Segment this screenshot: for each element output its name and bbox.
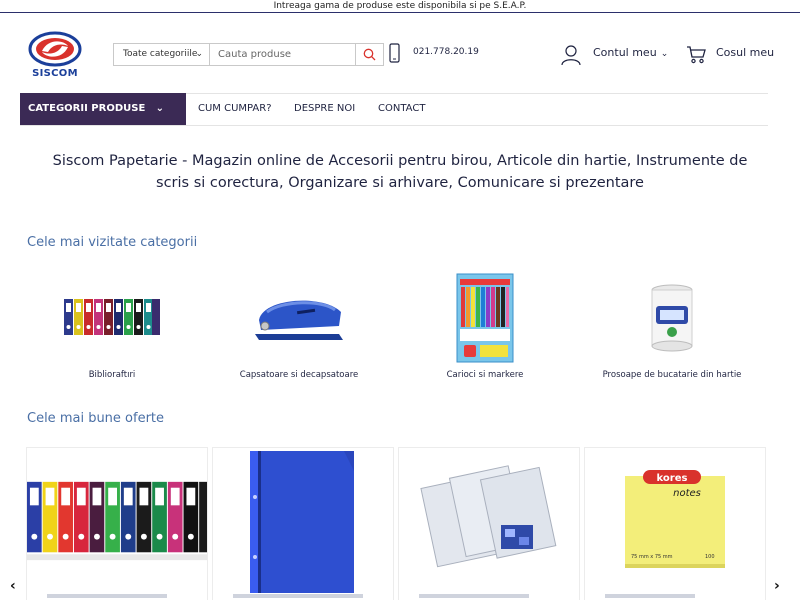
search-icon <box>363 48 376 61</box>
category-card-prosoape[interactable]: Prosoape de bucatarie din hartie <box>577 270 767 390</box>
nav-divider-bottom <box>20 125 768 126</box>
category-name: Biblioraftıri <box>88 370 136 380</box>
chevron-down-icon: ⌄ <box>195 49 203 59</box>
chevron-down-icon: ⌄ <box>660 49 669 59</box>
offer-title-cut <box>419 594 559 598</box>
offer-title-cut <box>47 594 187 598</box>
account-menu[interactable]: Contul meu ⌄ <box>593 46 668 59</box>
offer-title-cut <box>605 594 745 598</box>
offer-card[interactable] <box>398 447 580 600</box>
category-card-capsatoare[interactable]: Capsatoare si decapsatoare <box>204 270 394 390</box>
search-button[interactable] <box>355 44 383 65</box>
top-announcement-text: Intreaga gama de produse este disponibil… <box>273 1 527 11</box>
popular-categories-title: Cele mai vizitate categorii <box>27 235 198 250</box>
categories-menu-label: CATEGORII PRODUSE <box>28 103 146 114</box>
binders-image <box>17 270 207 365</box>
chevron-down-icon: ⌄ <box>155 103 164 114</box>
phone-number[interactable]: 021.778.20.19 <box>413 47 479 57</box>
categories-menu-button[interactable]: CATEGORII PRODUSE ⌄ <box>20 93 186 125</box>
folder-offer-image <box>213 448 393 593</box>
user-icon[interactable] <box>560 44 582 66</box>
logo-wordmark: SISCOM <box>32 68 78 79</box>
stapler-image <box>204 270 394 365</box>
sheet-protectors-image <box>399 448 579 591</box>
product-notes: notes <box>673 488 701 499</box>
offer-title-cut <box>233 594 373 598</box>
account-label: Contul meu <box>593 46 657 59</box>
nav-link-cum-cumpar[interactable]: CUM CUMPAR? <box>198 103 272 114</box>
brand-kores: kores <box>657 473 688 484</box>
hero-line-1: Siscom Papetarie - Magazin online de Acc… <box>52 153 748 169</box>
paper-towel-image <box>577 270 767 365</box>
notes-size: 75 mm x 75 mm <box>631 554 673 560</box>
top-announcement-bar: Intreaga gama de produse este disponibil… <box>0 0 800 13</box>
phone-icon <box>389 43 400 63</box>
best-offers-title: Cele mai bune oferte <box>27 411 165 426</box>
category-card-carioci[interactable]: Carioci si markere <box>390 270 580 390</box>
cart-icon[interactable] <box>686 45 707 65</box>
notes-count: 100 <box>705 554 715 560</box>
search-bar: Toate categoriile ⌄ <box>113 43 384 66</box>
category-select-value: Toate categoriile <box>123 49 198 59</box>
nav-link-despre-noi[interactable]: DESPRE NOI <box>294 103 355 114</box>
hero-line-2: scris si corectura, Organizare si arhiva… <box>156 175 644 191</box>
hero-heading: Siscom Papetarie - Magazin online de Acc… <box>20 150 780 194</box>
markers-image <box>390 270 580 365</box>
sticky-notes-image: kores notes 75 mm x 75 mm 100 <box>585 448 765 591</box>
search-input[interactable] <box>210 44 356 65</box>
category-name: Capsatoare si decapsatoare <box>239 370 359 380</box>
category-select[interactable]: Toate categoriile ⌄ <box>114 44 210 65</box>
category-card-bibliorafturi[interactable]: Biblioraftıri <box>17 270 207 390</box>
nav-link-contact[interactable]: CONTACT <box>378 103 425 114</box>
offer-card[interactable]: kores notes 75 mm x 75 mm 100 <box>584 447 766 600</box>
offer-card[interactable] <box>212 447 394 600</box>
carousel-prev-button[interactable]: ‹ <box>10 578 16 594</box>
binders-offer-image <box>27 448 207 591</box>
category-name: Prosoape de bucatarie din hartie <box>602 370 742 380</box>
offer-card[interactable] <box>26 447 208 600</box>
siscom-logo-icon <box>28 31 82 67</box>
siscom-logo[interactable]: SISCOM <box>24 30 86 82</box>
cart-link[interactable]: Cosul meu <box>716 46 774 59</box>
category-name: Carioci si markere <box>446 370 524 380</box>
carousel-next-button[interactable]: › <box>774 578 780 594</box>
